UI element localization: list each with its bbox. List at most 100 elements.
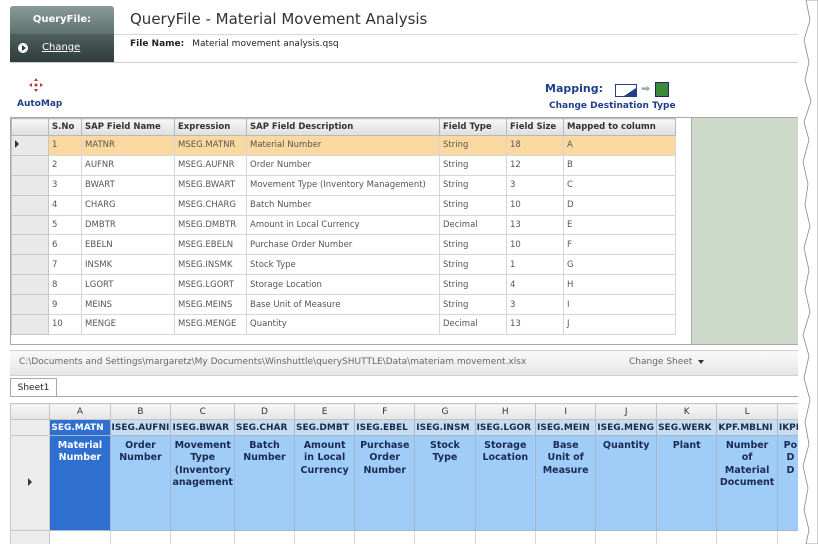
row-selector[interactable]	[11, 294, 49, 316]
table-cell[interactable]: DMBTR	[81, 214, 175, 236]
field-description-cell[interactable]: Order Number	[109, 435, 172, 531]
empty-cell[interactable]	[716, 530, 778, 544]
field-name-cell[interactable]: KPF.MBLNI	[716, 419, 778, 436]
field-name-cell[interactable]: ISEG.EBEL	[354, 419, 416, 436]
table-cell[interactable]: 5	[48, 214, 82, 236]
empty-cell[interactable]	[474, 530, 537, 544]
table-row[interactable]: 3 BWART MSEG.BWART Movement Type (Inventory…	[11, 174, 676, 196]
table-cell[interactable]: Stock Type	[246, 254, 440, 276]
empty-cell[interactable]	[293, 530, 356, 544]
field-description-cell[interactable]: Amount in Local Currency	[293, 435, 356, 531]
column-header-field-size[interactable]: Field Size	[506, 118, 564, 136]
table-cell[interactable]: J	[563, 314, 676, 335]
field-description-cell[interactable]: Base Unit of Measure	[535, 435, 597, 531]
mapping-source-icon[interactable]	[615, 84, 637, 97]
table-cell[interactable]: E	[563, 214, 676, 236]
table-cell[interactable]: MSEG.BWART	[174, 174, 247, 196]
table-cell[interactable]: 4	[48, 194, 82, 216]
table-cell[interactable]: 3	[506, 174, 564, 196]
column-letter-header[interactable]: L	[716, 403, 778, 420]
table-cell[interactable]: MENGE	[81, 314, 175, 335]
column-letter-header[interactable]: E	[293, 403, 356, 420]
table-cell[interactable]: 12	[506, 154, 564, 176]
table-cell[interactable]: String	[439, 174, 507, 196]
table-row[interactable]: 9 MEINS MSEG.MEINS Base Unit of Measure Stri…	[11, 294, 676, 316]
table-cell[interactable]: 8	[48, 274, 82, 296]
table-cell[interactable]: Base Unit of Measure	[246, 294, 440, 316]
table-cell[interactable]: 10	[506, 234, 564, 256]
table-cell[interactable]: 1	[48, 135, 82, 156]
table-cell[interactable]: EBELN	[81, 234, 175, 256]
row-selector[interactable]	[11, 135, 49, 156]
field-name-cell[interactable]: ISEG.LGOR	[474, 419, 537, 436]
empty-cell[interactable]	[170, 530, 235, 544]
table-cell[interactable]: 2	[48, 154, 82, 176]
empty-cell[interactable]	[233, 530, 296, 544]
table-cell[interactable]: D	[563, 194, 676, 216]
spreadsheet-corner[interactable]	[10, 403, 51, 420]
table-cell[interactable]: 3	[506, 294, 564, 316]
table-cell[interactable]: 18	[506, 135, 564, 156]
table-cell[interactable]: Decimal	[439, 214, 507, 236]
empty-cell[interactable]	[109, 530, 172, 544]
table-row[interactable]: 5 DMBTR MSEG.DMBTR Amount in Local Currency…	[11, 214, 676, 236]
table-cell[interactable]: MSEG.EBELN	[174, 234, 247, 256]
table-row[interactable]: 7 INSMK MSEG.INSMK Stock Type String 1 G	[11, 254, 676, 276]
column-letter-header[interactable]: H	[474, 403, 537, 420]
column-letter-header[interactable]: C	[170, 403, 235, 420]
field-name-cell[interactable]: ISEG.BWAR	[170, 419, 235, 436]
field-description-cell[interactable]: Plant	[656, 435, 718, 531]
change-destination-type-link[interactable]: Change Destination Type	[549, 101, 676, 111]
table-row[interactable]: 8 LGORT MSEG.LGORT Storage Location String 4 H	[11, 274, 676, 296]
field-name-cell[interactable]: SEG.WERK	[656, 419, 718, 436]
row-selector[interactable]	[11, 194, 49, 216]
table-row[interactable]: 1 MATNR MSEG.MATNR Material Number String 18 A	[11, 135, 676, 156]
table-cell[interactable]: A	[563, 135, 676, 156]
table-cell[interactable]: String	[439, 254, 507, 276]
table-cell[interactable]: MSEG.MENGE	[174, 314, 247, 335]
row-selector[interactable]	[11, 254, 49, 276]
row-header[interactable]	[10, 419, 51, 436]
column-header-sap-field-description[interactable]: SAP Field Description	[246, 118, 440, 136]
table-cell[interactable]: MSEG.LGORT	[174, 274, 247, 296]
field-name-cell[interactable]: ISEG.AUFNI	[109, 419, 172, 436]
table-cell[interactable]: BWART	[81, 174, 175, 196]
empty-cell[interactable]	[49, 530, 111, 544]
column-letter-header[interactable]: I	[535, 403, 597, 420]
table-row[interactable]: 6 EBELN MSEG.EBELN Purchase Order Number Str…	[11, 234, 676, 256]
column-letter-header[interactable]: K	[656, 403, 718, 420]
table-cell[interactable]: Decimal	[439, 314, 507, 335]
field-name-cell[interactable]: ISEG.MEIN	[535, 419, 597, 436]
field-description-cell[interactable]: Batch Number	[233, 435, 296, 531]
column-letter-header[interactable]: F	[354, 403, 416, 420]
row-header[interactable]	[10, 435, 51, 531]
table-cell[interactable]: 10	[48, 314, 82, 335]
table-cell[interactable]: 13	[506, 314, 564, 335]
table-cell[interactable]: CHARG	[81, 194, 175, 216]
row-selector[interactable]	[11, 154, 49, 176]
table-cell[interactable]: 9	[48, 294, 82, 316]
field-mapping-grid[interactable]: S.No SAP Field Name Expression SAP Field…	[10, 117, 692, 345]
table-cell[interactable]: 6	[48, 234, 82, 256]
column-header-mapped-to-column[interactable]: Mapped to column	[563, 118, 676, 136]
field-name-cell[interactable]: SEG.MATN	[49, 419, 111, 436]
table-cell[interactable]: MSEG.INSMK	[174, 254, 247, 276]
field-description-cell[interactable]: Number of Material Document	[716, 435, 778, 531]
column-letter-header[interactable]: J	[595, 403, 658, 420]
empty-cell[interactable]	[656, 530, 718, 544]
table-cell[interactable]: MSEG.MATNR	[174, 135, 247, 156]
empty-cell[interactable]	[354, 530, 416, 544]
excel-destination-icon[interactable]	[655, 82, 669, 97]
field-description-cell[interactable]: Stock Type	[414, 435, 476, 531]
table-cell[interactable]: MATNR	[81, 135, 175, 156]
table-cell[interactable]: MSEG.DMBTR	[174, 214, 247, 236]
table-cell[interactable]: AUFNR	[81, 154, 175, 176]
change-link[interactable]: Change	[42, 34, 80, 62]
table-cell[interactable]: String	[439, 135, 507, 156]
field-description-cell[interactable]: Movement Type (Inventory anagement	[170, 435, 235, 531]
column-header-field-type[interactable]: Field Type	[439, 118, 507, 136]
row-selector[interactable]	[11, 234, 49, 256]
row-selector[interactable]	[11, 274, 49, 296]
table-cell[interactable]: String	[439, 194, 507, 216]
field-name-cell[interactable]: SEG.CHAR	[233, 419, 296, 436]
